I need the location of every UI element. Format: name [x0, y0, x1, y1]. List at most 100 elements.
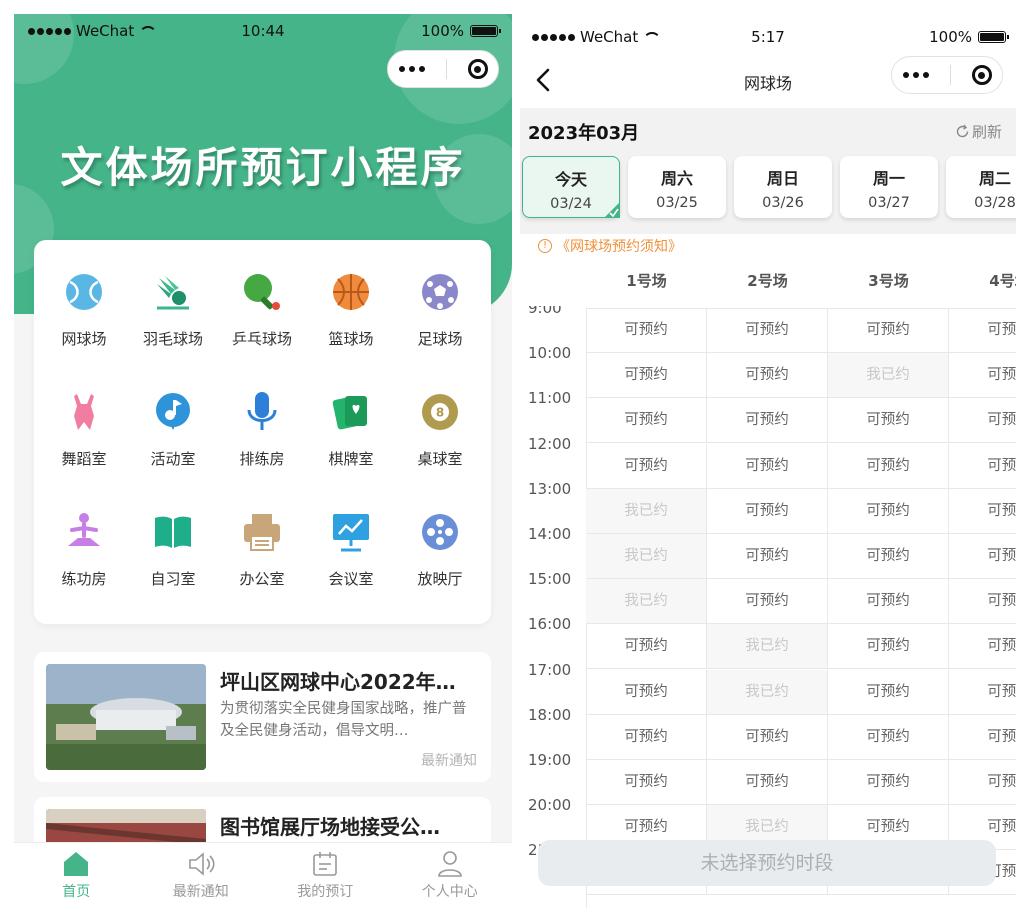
- slot-booked: 我已约: [828, 353, 949, 399]
- venue-activity[interactable]: 活动室: [128, 370, 218, 480]
- slot-available[interactable]: 可预约: [586, 398, 707, 444]
- news-title: 图书馆展厅场地接受公…: [220, 815, 440, 839]
- tab-label: 最新通知: [172, 884, 229, 900]
- slot-available[interactable]: 可预约: [707, 398, 828, 444]
- slot-available[interactable]: 可预约: [707, 488, 828, 534]
- slot-available[interactable]: 可预约: [828, 398, 949, 444]
- slot-available[interactable]: 可预约: [949, 353, 1016, 399]
- slot-available[interactable]: 可预约: [828, 579, 949, 625]
- slot-available[interactable]: 可预约: [828, 534, 949, 579]
- slot-available[interactable]: 可预约: [707, 353, 828, 399]
- tennis-icon: [66, 274, 102, 310]
- slot-available[interactable]: 可预约: [707, 714, 828, 760]
- day-tab[interactable]: 周二 03/28: [946, 156, 1016, 218]
- slot-available[interactable]: 可预约: [949, 715, 1016, 760]
- slot-available[interactable]: 可预约: [949, 760, 1016, 805]
- tab-home[interactable]: 首页: [14, 843, 139, 904]
- venue-tennis[interactable]: 网球场: [39, 250, 129, 360]
- venue-basketball[interactable]: 篮球场: [306, 250, 396, 360]
- venue-label: 排练房: [239, 450, 285, 468]
- tab-profile[interactable]: 个人中心: [388, 843, 513, 904]
- venue-meeting[interactable]: 会议室: [306, 490, 396, 600]
- slot-available[interactable]: 可预约: [828, 714, 949, 760]
- slot-available[interactable]: 可预约: [707, 760, 828, 805]
- slot-available[interactable]: 可预约: [586, 353, 707, 399]
- venue-football[interactable]: 足球场: [395, 250, 485, 360]
- slot-available[interactable]: 可预约: [586, 624, 707, 670]
- venue-label: 放映厅: [417, 570, 463, 588]
- booking-screen: WeChat 5:17 100% 网球场 2023年03月 刷新 今天 03/2…: [520, 22, 1016, 910]
- slot-available[interactable]: 可预约: [828, 669, 949, 715]
- printer-icon: [244, 514, 280, 551]
- slot-available[interactable]: 可预约: [828, 488, 949, 534]
- svg-text:8: 8: [436, 406, 444, 420]
- slot-available[interactable]: 可预约: [949, 308, 1016, 353]
- venue-label: 网球场: [61, 330, 107, 348]
- refresh-button[interactable]: 刷新: [955, 121, 1002, 142]
- day-tab[interactable]: 周日 03/26: [734, 156, 832, 218]
- venue-rehearsal[interactable]: 排练房: [217, 370, 307, 480]
- slot-available[interactable]: 可预约: [949, 534, 1016, 579]
- news-item[interactable]: 坪山区网球中心2022年… 为贯彻落实全民健身国家战略，推广普及全民健身活动，倡…: [34, 652, 491, 782]
- slot-available[interactable]: 可预约: [949, 670, 1016, 715]
- slot-available[interactable]: 可预约: [828, 308, 949, 353]
- slot-available[interactable]: 可预约: [707, 579, 828, 625]
- shuttlecock-icon: [157, 276, 189, 310]
- venue-cinema[interactable]: 放映厅: [395, 490, 485, 600]
- slot-available[interactable]: 可预约: [949, 489, 1016, 534]
- day-weekday: 今天: [554, 170, 587, 189]
- tab-notices[interactable]: 最新通知: [139, 843, 264, 904]
- close-target-icon[interactable]: [971, 65, 992, 85]
- slot-booked: 我已约: [586, 534, 707, 579]
- court-header: 2号场: [747, 272, 788, 290]
- slot-available[interactable]: 可预约: [586, 443, 707, 489]
- tab-my-bookings[interactable]: 我的预订: [263, 843, 388, 904]
- day-tab[interactable]: 周一 03/27: [840, 156, 938, 218]
- venue-office[interactable]: 办公室: [217, 490, 307, 600]
- slot-available[interactable]: 可预约: [586, 669, 707, 715]
- slot-available[interactable]: 可预约: [949, 444, 1016, 489]
- slot-available[interactable]: 可预约: [707, 534, 828, 579]
- close-target-icon[interactable]: [467, 59, 488, 79]
- slot-available[interactable]: 可预约: [828, 760, 949, 805]
- time-label: 15:00: [528, 570, 572, 589]
- home-icon: [64, 852, 89, 876]
- day-tab[interactable]: 今天 03/24: [522, 156, 620, 218]
- time-label: 18:00: [528, 705, 572, 724]
- slot-available[interactable]: 可预约: [828, 443, 949, 489]
- slot-available[interactable]: 可预约: [949, 398, 1016, 444]
- microphone-icon: [247, 392, 277, 430]
- day-tab[interactable]: 周六 03/25: [628, 156, 726, 218]
- venue-billiards[interactable]: 8 桌球室: [395, 370, 485, 480]
- time-label: 11:00: [528, 389, 572, 408]
- venue-study[interactable]: 自习室: [128, 490, 218, 600]
- slot-available[interactable]: 可预约: [707, 443, 828, 489]
- day-date: 03/25: [656, 195, 698, 211]
- venue-label: 棋牌室: [328, 450, 374, 468]
- slot-available[interactable]: 可预约: [586, 714, 707, 760]
- slot-available[interactable]: 可预约: [949, 579, 1016, 625]
- more-icon[interactable]: [902, 72, 929, 78]
- football-icon: [422, 274, 458, 310]
- slot-available[interactable]: 可预约: [586, 308, 707, 353]
- venue-training[interactable]: 练功房: [39, 490, 129, 600]
- submit-booking-button[interactable]: 未选择预约时段: [538, 840, 996, 886]
- slot-available[interactable]: 可预约: [949, 624, 1016, 670]
- venue-ping-pong[interactable]: 乒乓球场: [217, 250, 307, 360]
- slot-available[interactable]: 可预约: [586, 760, 707, 805]
- billiard-ball-icon: 8: [422, 394, 458, 430]
- venue-chess-cards[interactable]: 棋牌室: [306, 370, 396, 480]
- booking-notice-link[interactable]: ! 《网球场预约须知》: [538, 236, 682, 256]
- status-bar: WeChat 5:17 100%: [520, 22, 1016, 56]
- slot-available[interactable]: 可预约: [707, 308, 828, 353]
- venue-label: 桌球室: [417, 450, 463, 468]
- venue-dance[interactable]: 舞蹈室: [39, 370, 129, 480]
- news-thumbnail: [46, 664, 206, 770]
- basketball-icon: [333, 274, 369, 310]
- more-icon[interactable]: [398, 66, 425, 72]
- calendar-icon: [313, 852, 338, 876]
- battery-percent: 100%: [929, 28, 972, 46]
- venue-badminton[interactable]: 羽毛球场: [128, 250, 218, 360]
- slot-booked: 我已约: [707, 669, 828, 715]
- slot-available[interactable]: 可预约: [828, 624, 949, 670]
